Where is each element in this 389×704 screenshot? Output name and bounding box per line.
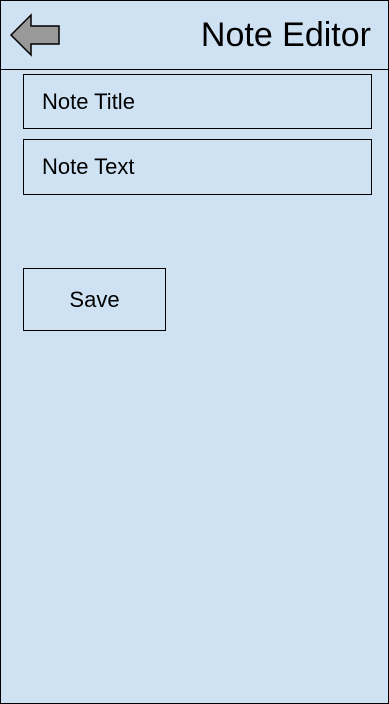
save-button[interactable]: Save <box>23 268 166 331</box>
header-bar: Note Editor <box>1 1 388 70</box>
note-editor-screen: Note Editor Save <box>0 0 389 704</box>
note-text-input[interactable] <box>23 139 372 195</box>
note-title-input[interactable] <box>23 74 372 129</box>
page-title: Note Editor <box>200 16 371 54</box>
back-button[interactable] <box>9 13 65 57</box>
back-arrow-icon <box>9 13 60 57</box>
